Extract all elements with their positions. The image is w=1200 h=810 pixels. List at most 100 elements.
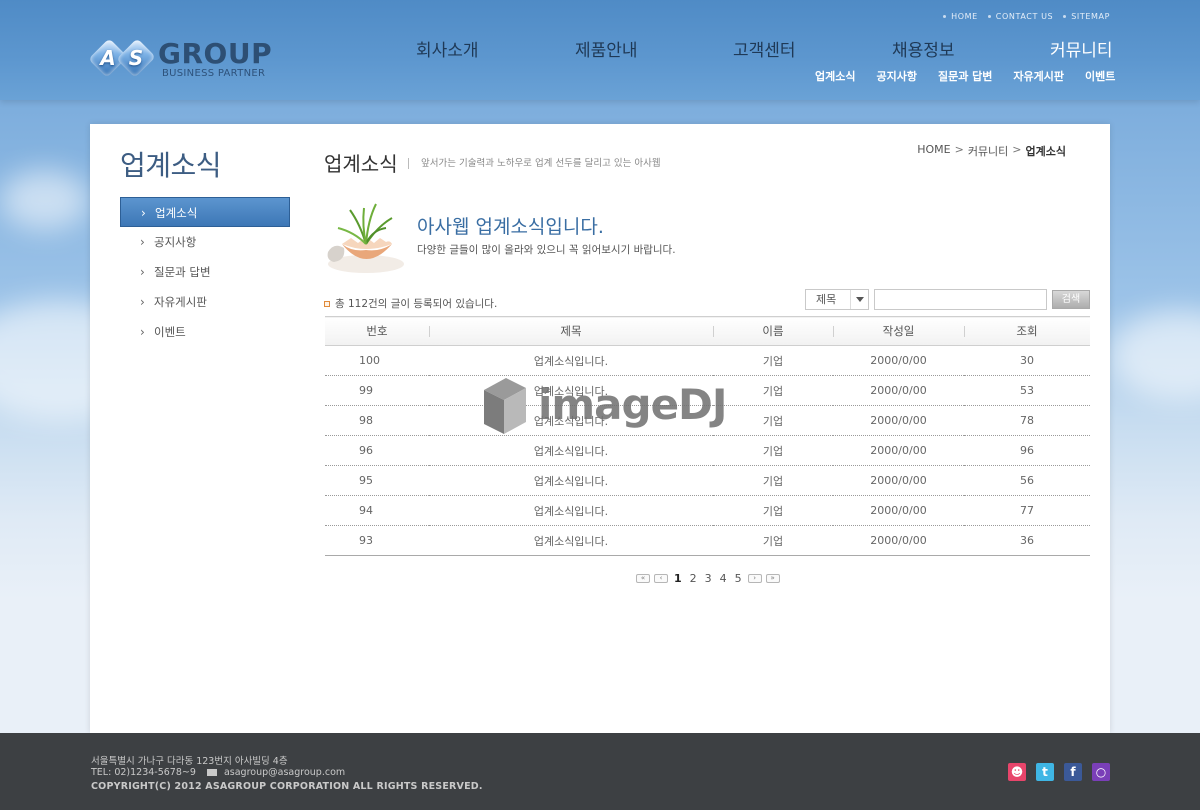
sidebar-item-notices[interactable]: 공지사항	[120, 227, 290, 257]
nav-item-support[interactable]: 고객센터	[733, 36, 796, 61]
cell-date: 2000/0/00	[833, 405, 964, 436]
cell-subject-link[interactable]: 업계소식입니다.	[429, 375, 713, 406]
cell-subject-link[interactable]: 업계소식입니다.	[429, 465, 713, 496]
page-link[interactable]: 3	[703, 572, 714, 585]
util-link-contact[interactable]: CONTACT US	[987, 12, 1053, 21]
column-header-date: 작성일	[833, 317, 964, 346]
cell-subject-link[interactable]: 업계소식입니다.	[429, 405, 713, 436]
breadcrumb-home[interactable]: HOME	[917, 143, 950, 159]
intro-subtitle: 다양한 글들이 많이 올라와 있으니 꼭 읽어보시기 바랍니다.	[417, 244, 676, 256]
cell-name: 기업	[713, 345, 833, 376]
twitter-icon[interactable]: t	[1036, 763, 1054, 781]
page-title: 업계소식	[324, 152, 398, 176]
column-header-subject: 제목	[429, 317, 713, 346]
nav-item-company[interactable]: 회사소개	[416, 36, 479, 61]
cell-subject-link[interactable]: 업계소식입니다.	[429, 345, 713, 376]
cell-subject-link[interactable]: 업계소식입니다.	[429, 495, 713, 526]
subnav-item-free-board[interactable]: 자유게시판	[1013, 68, 1064, 84]
facebook-icon[interactable]: f	[1064, 763, 1082, 781]
post-count-text: 총 112건의 글이 등록되어 있습니다.	[335, 298, 498, 310]
cell-number: 99	[325, 375, 429, 406]
plant-in-eggshell-illustration	[327, 203, 404, 273]
pagination: « ‹ 1 2 3 4 5 › »	[636, 572, 780, 585]
site-footer: 서울특별시 가나구 다라동 123번지 아사빌딩 4층 TEL: 02)1234…	[0, 733, 1200, 810]
subnav-item-notices[interactable]: 공지사항	[876, 68, 916, 84]
footer-contact: TEL: 02)1234-5678~9 asagroup@asagroup.co…	[91, 767, 345, 778]
util-link-sitemap[interactable]: SITEMAP	[1063, 12, 1110, 21]
search-input[interactable]	[874, 289, 1047, 310]
footer-email[interactable]: asagroup@asagroup.com	[224, 767, 345, 778]
table-row[interactable]: 95 업계소식입니다. 기업 2000/0/00 56	[325, 465, 1090, 496]
nav-item-products[interactable]: 제품안내	[575, 36, 638, 61]
nav-item-community[interactable]: 커뮤니티	[1050, 36, 1113, 61]
table-row[interactable]: 100 업계소식입니다. 기업 2000/0/00 30	[325, 345, 1090, 376]
breadcrumb-community[interactable]: 커뮤니티	[968, 143, 1008, 159]
cell-name: 기업	[713, 405, 833, 436]
logo-wordmark: GROUP	[158, 37, 273, 70]
last-page-icon[interactable]: »	[765, 574, 780, 583]
cell-name: 기업	[713, 465, 833, 496]
subnav-item-events[interactable]: 이벤트	[1085, 68, 1115, 84]
sidebar-item-free-board[interactable]: 자유게시판	[120, 287, 290, 317]
table-row[interactable]: 96 업계소식입니다. 기업 2000/0/00 96	[325, 435, 1090, 466]
next-page-icon[interactable]: ›	[747, 574, 762, 583]
intro-title: 아사웹 업계소식입니다.	[417, 216, 604, 238]
table-row[interactable]: 99 업계소식입니다. 기업 2000/0/00 53	[325, 375, 1090, 406]
cell-name: 기업	[713, 525, 833, 556]
table-row[interactable]: 98 업계소식입니다. 기업 2000/0/00 78	[325, 405, 1090, 436]
cell-number: 100	[325, 345, 429, 376]
sub-navigation: 업계소식 공지사항 질문과 답변 자유게시판 이벤트	[815, 68, 1115, 84]
table-row[interactable]: 93 업계소식입니다. 기업 2000/0/00 36	[325, 525, 1090, 556]
sidebar-item-qna[interactable]: 질문과 답변	[120, 257, 290, 287]
bullet-icon	[324, 300, 330, 307]
sidebar-item-events[interactable]: 이벤트	[120, 317, 290, 347]
mail-icon	[206, 769, 217, 776]
search-field-select[interactable]: 제목	[805, 289, 869, 310]
prev-page-icon[interactable]: ‹	[654, 574, 668, 583]
sidebar-menu: 업계소식 공지사항 질문과 답변 자유게시판 이벤트	[120, 197, 290, 347]
cell-number: 95	[325, 465, 429, 496]
me2day-icon[interactable]: ○	[1092, 763, 1110, 781]
subnav-item-industry-news[interactable]: 업계소식	[815, 68, 855, 84]
cell-views: 77	[964, 495, 1090, 526]
page-link[interactable]: 5	[733, 572, 744, 585]
background-cloud	[1110, 310, 1200, 400]
breadcrumb-separator-icon: >	[954, 143, 964, 156]
footer-copyright: COPYRIGHT(C) 2012 ASAGROUP CORPORATION A…	[91, 781, 483, 792]
board-table: 번호 제목 이름 작성일 조회 100 업계소식입니다. 기업 2000/0/0…	[325, 316, 1090, 556]
cell-number: 98	[325, 405, 429, 436]
page-description: 앞서가는 기술력과 노하우로 업계 선두를 달리고 있는 아사웹	[408, 158, 661, 169]
cell-views: 30	[964, 345, 1090, 376]
background-cloud	[0, 170, 90, 230]
page-link[interactable]: 4	[718, 572, 729, 585]
footer-address: 서울특별시 가나구 다라동 123번지 아사빌딩 4층	[91, 756, 288, 767]
cell-subject-link[interactable]: 업계소식입니다.	[429, 525, 713, 556]
cyworld-icon[interactable]: ☻	[1008, 763, 1026, 781]
table-header-row: 번호 제목 이름 작성일 조회	[325, 316, 1090, 346]
content-card: 업계소식 업계소식 공지사항 질문과 답변 자유게시판 이벤트 업계소식 앞서가…	[90, 124, 1110, 733]
cell-views: 78	[964, 405, 1090, 436]
subnav-item-qna[interactable]: 질문과 답변	[938, 68, 992, 84]
logo-tagline: BUSINESS PARTNER	[162, 68, 266, 79]
cell-views: 53	[964, 375, 1090, 406]
sidebar-item-industry-news[interactable]: 업계소식	[120, 197, 290, 228]
page-link[interactable]: 1	[672, 572, 684, 585]
site-header: HOME CONTACT US SITEMAP A S GROUP BUSINE…	[0, 0, 1200, 100]
cell-date: 2000/0/00	[833, 525, 964, 556]
chevron-down-icon	[850, 290, 868, 309]
cell-date: 2000/0/00	[833, 495, 964, 526]
breadcrumb-current: 업계소식	[1025, 145, 1066, 158]
column-header-views: 조회	[964, 317, 1090, 346]
util-link-home[interactable]: HOME	[943, 12, 978, 21]
cell-subject-link[interactable]: 업계소식입니다.	[429, 435, 713, 466]
first-page-icon[interactable]: «	[636, 574, 650, 583]
site-logo[interactable]: A S GROUP BUSINESS PARTNER	[88, 37, 282, 82]
cell-date: 2000/0/00	[833, 465, 964, 496]
table-row[interactable]: 94 업계소식입니다. 기업 2000/0/00 77	[325, 495, 1090, 526]
breadcrumb-separator-icon: >	[1012, 143, 1022, 156]
page-link[interactable]: 2	[688, 572, 699, 585]
search-button[interactable]: 검색	[1052, 290, 1090, 309]
nav-item-careers[interactable]: 채용정보	[892, 36, 955, 61]
cell-date: 2000/0/00	[833, 435, 964, 466]
post-count: 총 112건의 글이 등록되어 있습니다.	[324, 296, 497, 311]
